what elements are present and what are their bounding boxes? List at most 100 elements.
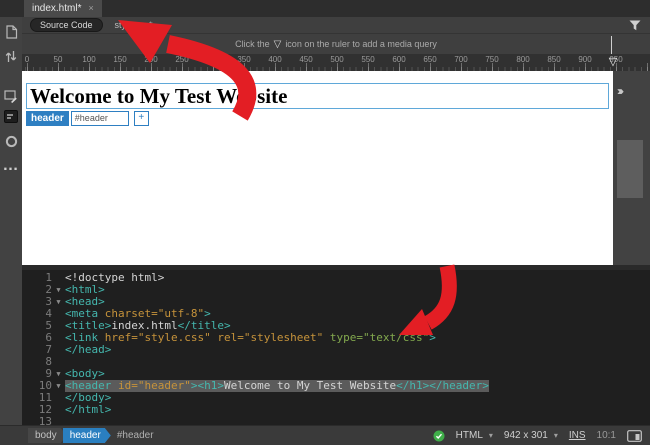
code-segment: > (429, 331, 436, 344)
chevron-down-icon: ▾ (488, 431, 493, 440)
window-size-value: 942 x 301 (503, 430, 548, 441)
code-line[interactable]: 6 <link href="style.css" rel="stylesheet"… (22, 332, 650, 344)
ruler-label: 0 (24, 55, 30, 64)
code-line[interactable]: 11 </body> (22, 392, 650, 404)
ruler-label: 150 (113, 55, 127, 64)
ruler-label: 750 (485, 55, 499, 64)
tag-selector: body header #header (28, 428, 154, 443)
doc-type-value: HTML (455, 430, 483, 441)
code-segment: Welcome to My Test Website (223, 379, 397, 392)
tag-selector-body[interactable]: body (28, 428, 67, 443)
related-files-bar: Source Code style.css* (22, 17, 650, 34)
code-view[interactable]: 1 <!doctype html> 2 ▼ <html> 3 ▼ <head> 4 <meta c… (22, 270, 650, 428)
fold-icon (52, 356, 65, 368)
ruler-label: 450 (299, 55, 313, 64)
fold-icon (52, 320, 65, 332)
media-query-marker-icon: ▽ (273, 38, 282, 50)
status-bar: body header #header HTML ▾ 942 x 301 ▾ I… (0, 425, 650, 445)
ruler[interactable]: 0 50 100 150 200 250 300 350 400 450 500 550 600 650 7… (22, 54, 650, 71)
more-options-icon[interactable]: … (0, 157, 22, 175)
ruler-label: 50 (53, 55, 63, 64)
status-right: HTML ▾ 942 x 301 ▾ INS 10:1 (433, 429, 642, 442)
ruler-label: 300 (206, 55, 220, 64)
code-line[interactable]: 8 (22, 356, 650, 368)
fold-icon (52, 332, 65, 344)
tab-title: index.html* (32, 3, 82, 14)
selected-heading-box[interactable]: Welcome to My Test Website (26, 83, 609, 109)
tab-close-icon[interactable]: × (88, 4, 93, 13)
ruler-label: 200 (144, 55, 158, 64)
overflow-chevrons-icon[interactable]: ›››› (617, 84, 624, 98)
left-toolbar: … (0, 17, 22, 425)
fold-icon[interactable]: ▼ (52, 296, 65, 308)
code-segment: </head> (65, 343, 112, 356)
code-segment: id="header" (117, 379, 191, 392)
fold-icon (52, 272, 65, 284)
fold-icon (52, 308, 65, 320)
page-heading[interactable]: Welcome to My Test Website (27, 84, 608, 108)
ruler-label: 100 (82, 55, 96, 64)
design-right-gutter: ›››› (613, 71, 650, 265)
fold-icon (52, 392, 65, 404)
ruler-label: 850 (547, 55, 561, 64)
ruler-marker-icon[interactable]: ▽ (609, 57, 617, 68)
tab-bar: index.html* × (0, 0, 650, 17)
dreamweaver-window: index.html* × Source Code style.css* Cli… (0, 0, 650, 445)
ruler-label: 500 (330, 55, 344, 64)
ruler-label: 900 (578, 55, 592, 64)
fold-icon[interactable]: ▼ (52, 368, 65, 380)
code-line[interactable]: 7 </head> (22, 344, 650, 356)
hint-bar: Click the ▽ icon on the ruler to add a m… (22, 34, 650, 54)
code-line[interactable]: 2 ▼ <html> (22, 284, 650, 296)
insert-mode-indicator[interactable]: INS (569, 430, 586, 441)
element-tag-badge[interactable]: header (26, 111, 69, 126)
code-segment: href="style.css" rel="stylesheet" (104, 331, 330, 344)
code-text[interactable]: <link href="style.css" rel="stylesheet" … (65, 332, 436, 344)
fold-icon[interactable]: ▼ (52, 380, 65, 392)
code-text[interactable]: </html> (65, 404, 111, 416)
ruler-label: 800 (516, 55, 530, 64)
chevron-down-icon: ▾ (553, 431, 558, 440)
live-view-icon[interactable] (0, 87, 22, 105)
element-id-field[interactable]: #header (70, 111, 129, 126)
code-segment: </h1></header> (396, 379, 489, 392)
source-code-button[interactable]: Source Code (30, 18, 103, 32)
filter-icon[interactable] (629, 20, 641, 31)
hint-text-before: Click the (235, 39, 270, 49)
open-documents-icon[interactable] (0, 23, 22, 41)
ruler-label: 550 (361, 55, 375, 64)
code-segment: </html> (65, 403, 112, 416)
inspect-mode-icon[interactable] (0, 132, 22, 150)
media-query-marker-line (611, 36, 612, 54)
tag-selector-id[interactable]: #header (117, 430, 154, 441)
tag-selector-header[interactable]: header (63, 428, 111, 443)
ruler-label: 650 (423, 55, 437, 64)
doc-type-select[interactable]: HTML ▾ (456, 430, 493, 441)
lint-ok-icon[interactable] (433, 430, 445, 442)
code-line[interactable]: 12 </html> (22, 404, 650, 416)
device-preview-icon[interactable] (627, 429, 642, 442)
design-scrollbar[interactable] (617, 140, 643, 198)
element-display: header #header + (26, 111, 149, 126)
file-management-icon[interactable] (0, 47, 22, 65)
code-snippets-icon[interactable] (0, 107, 22, 125)
code-segment: type="text/css" (329, 331, 430, 344)
code-segment: ><h1> (190, 379, 224, 392)
code-line[interactable]: 10 ▼ <header id="header"><h1>Welcome to My… (22, 380, 650, 392)
element-add-button[interactable]: + (133, 111, 149, 126)
ruler-label: 250 (175, 55, 189, 64)
ruler-label: 700 (454, 55, 468, 64)
code-text[interactable]: </head> (65, 344, 111, 356)
code-text[interactable]: <header id="header"><h1>Welcome to My Te… (65, 380, 489, 392)
tab-index-html[interactable]: index.html* × (24, 0, 102, 17)
ruler-label: 400 (268, 55, 282, 64)
fold-icon[interactable]: ▼ (52, 284, 65, 296)
ruler-label: 600 (392, 55, 406, 64)
hint-text-after: icon on the ruler to add a media query (285, 39, 437, 49)
fold-icon (52, 404, 65, 416)
ruler-label: 350 (237, 55, 251, 64)
design-view[interactable]: Welcome to My Test Website header #heade… (22, 71, 613, 265)
window-size-select[interactable]: 942 x 301 ▾ (504, 430, 558, 441)
code-line[interactable]: 1 <!doctype html> (22, 272, 650, 284)
stylesheet-file-button[interactable]: style.css* (115, 20, 153, 30)
